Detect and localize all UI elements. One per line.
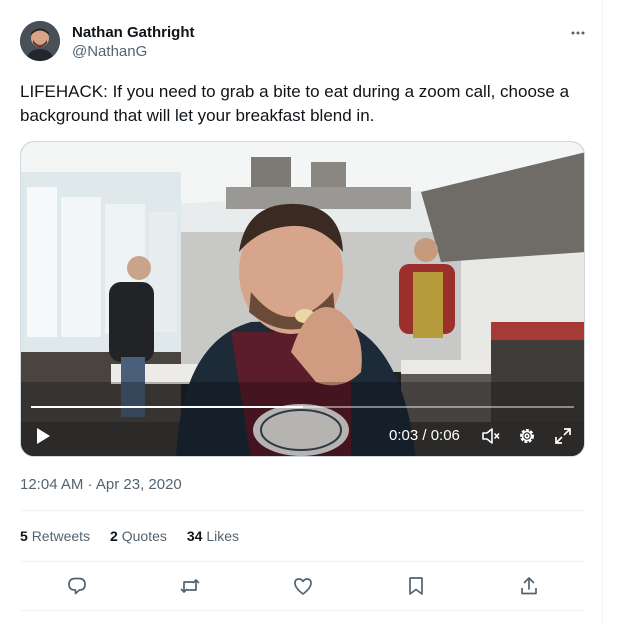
video-progress-fill — [31, 406, 303, 408]
retweets-count: 5 — [20, 528, 28, 544]
bookmark-icon[interactable] — [404, 574, 428, 598]
tweet-text: LIFEHACK: If you need to grab a bite to … — [20, 82, 570, 125]
tweet-timestamp[interactable]: 12:04 AM · Apr 23, 2020 — [20, 476, 182, 493]
tweet-card: Nathan Gathright @NathanG LIFEHACK: If y… — [0, 0, 603, 622]
avatar-image — [20, 21, 60, 61]
retweets-stat[interactable]: 5 Retweets — [20, 528, 90, 544]
likes-label: Likes — [206, 528, 240, 544]
author-handle[interactable]: @NathanG — [72, 43, 147, 60]
author-name[interactable]: Nathan Gathright — [72, 24, 195, 41]
video-frame — [21, 142, 584, 456]
video-time-display: 0:03 / 0:06 — [389, 427, 460, 444]
fullscreen-icon[interactable] — [552, 425, 574, 447]
divider — [20, 510, 585, 511]
quotes-count: 2 — [110, 528, 118, 544]
mute-icon[interactable] — [480, 425, 502, 447]
tweet-stats: 5 Retweets 2 Quotes 34 Likes — [20, 528, 239, 544]
video-player[interactable]: 0:03 / 0:06 — [20, 141, 585, 457]
heart-icon[interactable] — [291, 574, 315, 598]
tweet-header: Nathan Gathright @NathanG — [20, 21, 588, 63]
likes-count: 34 — [186, 528, 203, 544]
divider — [20, 610, 585, 611]
quotes-stat[interactable]: 2 Quotes — [110, 528, 167, 544]
settings-gear-icon[interactable] — [516, 425, 538, 447]
tweet-actions — [20, 562, 585, 610]
retweets-label: Retweets — [31, 528, 91, 544]
share-icon[interactable] — [517, 574, 541, 598]
quotes-label: Quotes — [121, 528, 167, 544]
avatar[interactable] — [20, 21, 60, 61]
more-horizontal-icon[interactable] — [568, 23, 588, 43]
retweet-icon[interactable] — [178, 574, 202, 598]
reply-icon[interactable] — [65, 574, 89, 598]
play-icon[interactable] — [33, 425, 53, 447]
likes-stat[interactable]: 34 Likes — [187, 528, 239, 544]
video-progress-bar[interactable] — [31, 406, 574, 408]
